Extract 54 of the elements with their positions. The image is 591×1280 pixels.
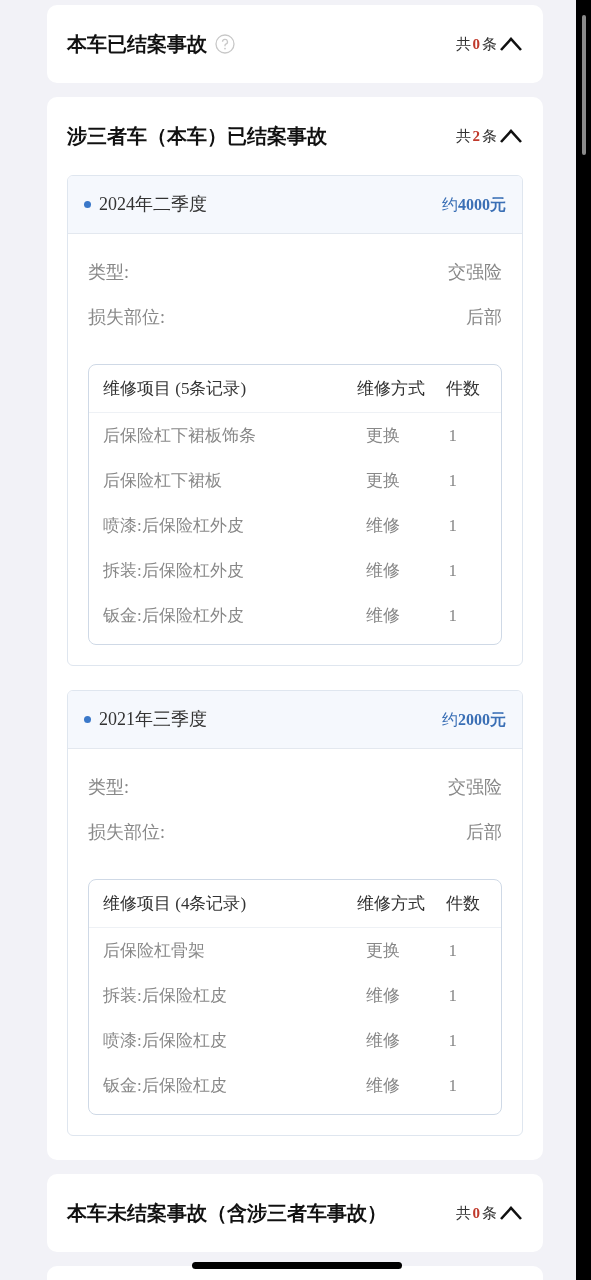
field-label: 类型: [88, 261, 129, 284]
section-title: 本车未结案事故（含涉三者车事故） [67, 1201, 387, 1226]
section-title: 涉三者车（本车）已结案事故 [67, 124, 327, 149]
table-cell-text: 钣金:后保险杠皮 [103, 1074, 228, 1097]
column-header: 件数 [444, 892, 481, 915]
collapse-toggle[interactable]: 共2条 [455, 124, 523, 148]
table-cell-text: 拆装:后保险杠外皮 [103, 559, 245, 582]
table-cell-text: 维修 [365, 559, 401, 582]
column-header: 维修方式 [355, 892, 426, 915]
amount-text: 约2000元 [442, 709, 506, 730]
home-indicator[interactable] [192, 1262, 402, 1269]
table-cell-text: 1 [447, 559, 458, 582]
table-cell-text: 更换 [365, 939, 401, 962]
table-cell-text: 拆装:后保险杠皮 [103, 984, 228, 1007]
scrollbar[interactable] [581, 15, 586, 155]
column-header: 维修项目 (4条记录) [103, 892, 248, 915]
column-header: 维修项目 (5条记录) [103, 377, 248, 400]
table-cell-text: 后保险杠下裙板饰条 [103, 424, 257, 447]
table-cell-text: 1 [447, 469, 458, 492]
table-cell-text: 1 [447, 514, 458, 537]
period-label: 2021年三季度 [99, 708, 207, 731]
section-title: 本车已结案事故 [67, 32, 207, 57]
field-label: 类型: [88, 776, 129, 799]
table-cell-text: 维修 [365, 1029, 401, 1052]
table-cell-text: 后保险杠骨架 [103, 939, 206, 962]
field-label: 损失部位: [88, 306, 165, 329]
table-cell-text: 维修 [365, 1074, 401, 1097]
table-cell-text: 后保险杠下裙板 [103, 469, 223, 492]
table-cell-text: 维修 [365, 984, 401, 1007]
table-cell-text: 喷漆:后保险杠皮 [103, 1029, 228, 1052]
table-cell-text: 钣金:后保险杠外皮 [103, 604, 245, 627]
collapse-toggle[interactable]: 共0条 [455, 32, 523, 56]
table-cell-text: 1 [447, 604, 458, 627]
table-cell-text: 1 [447, 939, 458, 962]
field-label: 损失部位: [88, 821, 165, 844]
table-cell-text: 维修 [365, 514, 401, 537]
period-label: 2024年二季度 [99, 193, 207, 216]
table-cell-text: 更换 [365, 469, 401, 492]
column-header: 维修方式 [355, 377, 426, 400]
table-cell-text: 喷漆:后保险杠外皮 [103, 514, 245, 537]
table-cell-text: 维修 [365, 604, 401, 627]
help-icon[interactable] [215, 34, 235, 54]
table-cell-text: 1 [447, 1029, 458, 1052]
field-value: 交强险 [448, 776, 502, 799]
table-cell-text: 1 [447, 1074, 458, 1097]
amount-text: 约4000元 [442, 194, 506, 215]
table-cell-text: 1 [447, 984, 458, 1007]
field-value: 后部 [466, 821, 502, 844]
collapse-toggle[interactable]: 共0条 [455, 1201, 523, 1225]
field-value: 交强险 [448, 261, 502, 284]
field-value: 后部 [466, 306, 502, 329]
table-cell-text: 1 [447, 424, 458, 447]
column-header: 件数 [444, 377, 481, 400]
table-cell-text: 更换 [365, 424, 401, 447]
